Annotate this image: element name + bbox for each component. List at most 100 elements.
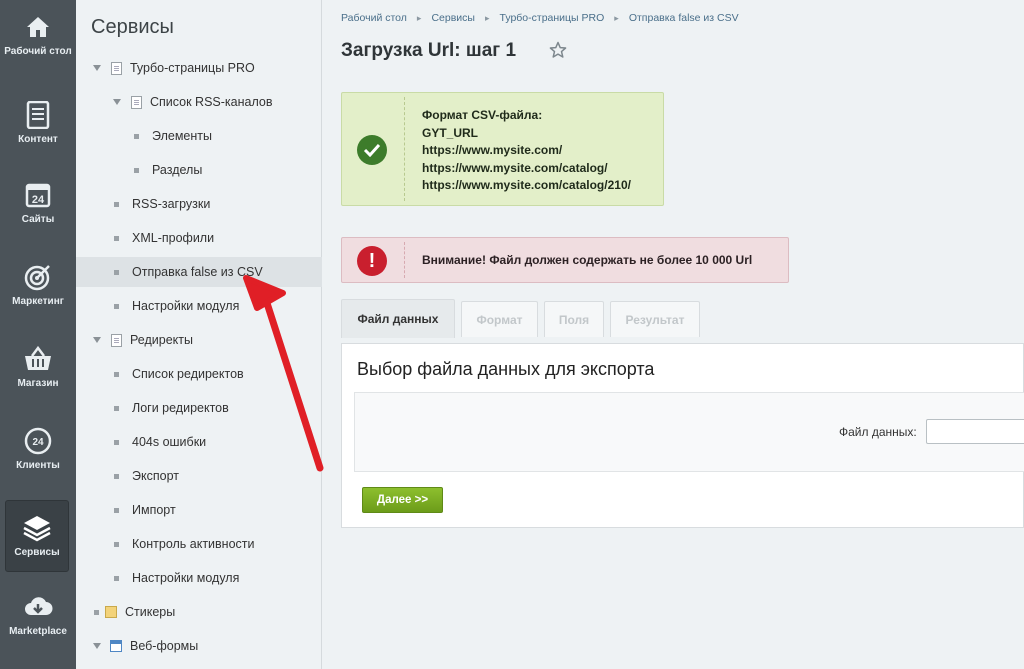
- star-icon[interactable]: [549, 41, 567, 64]
- bullet-icon: [114, 575, 119, 581]
- exclamation-icon: !: [357, 246, 387, 276]
- rail-item-label: Клиенты: [16, 460, 60, 471]
- document-icon: [23, 100, 53, 130]
- clients-24-icon: 24: [23, 426, 53, 456]
- menu-item-label: Импорт: [132, 503, 176, 517]
- main-sidebar: Рабочий стол Контент 24 Сайты Маркетинг …: [0, 0, 76, 669]
- bullet-icon: [114, 269, 119, 275]
- note-line: https://www.mysite.com/catalog/210/: [422, 178, 631, 192]
- menu-item-label: Контроль активности: [132, 537, 255, 551]
- tab-fields[interactable]: Поля: [544, 301, 604, 337]
- note-line: GYT_URL: [422, 125, 479, 140]
- check-icon: [357, 135, 387, 165]
- svg-text:24: 24: [32, 437, 44, 448]
- menu-item-label: Экспорт: [132, 469, 179, 483]
- document-icon: [111, 333, 122, 347]
- data-file-panel: Выбор файла данных для экспорта Файл дан…: [341, 343, 1024, 528]
- home-icon: [23, 12, 53, 42]
- menu-item-activity-control[interactable]: Контроль активности: [76, 529, 322, 559]
- breadcrumb-item[interactable]: Рабочий стол: [341, 12, 407, 24]
- menu-item-export[interactable]: Экспорт: [76, 461, 322, 491]
- breadcrumb-item[interactable]: Отправка false из CSV: [629, 12, 739, 24]
- chevron-down-icon[interactable]: [93, 643, 101, 649]
- note-line: https://www.mysite.com/: [422, 143, 563, 157]
- bullet-icon: [114, 541, 119, 547]
- rail-item-label: Сайты: [21, 214, 55, 225]
- tab-data-file[interactable]: Файл данных: [341, 299, 455, 338]
- menu-item-module-settings[interactable]: Настройки модуля: [76, 291, 322, 321]
- menu-item-label: Настройки модуля: [132, 299, 240, 313]
- target-icon: [23, 262, 53, 292]
- chevron-down-icon[interactable]: [93, 337, 101, 343]
- chevron-down-icon[interactable]: [93, 65, 101, 71]
- menu-item-send-false-csv[interactable]: Отправка false из CSV: [76, 257, 322, 287]
- menu-item-label: Элементы: [152, 129, 212, 143]
- menu-item-sections[interactable]: Разделы: [76, 155, 322, 185]
- bullet-icon: [114, 235, 119, 241]
- bullet-icon: [114, 439, 119, 445]
- menu-item-label: Логи редиректов: [132, 401, 229, 415]
- menu-item-label: Список редиректов: [132, 367, 244, 381]
- menu-item-redirect-logs[interactable]: Логи редиректов: [76, 393, 322, 423]
- note-line: Формат CSV-файла:: [422, 108, 543, 122]
- menu-item-label: Настройки модуля: [132, 571, 240, 585]
- rail-item-content[interactable]: Контент: [0, 100, 76, 146]
- rail-item-label: Сервисы: [14, 547, 60, 558]
- menu-item-label: RSS-загрузки: [132, 197, 211, 211]
- menu-item-rss-channels[interactable]: Список RSS-каналов: [76, 87, 322, 117]
- tab-result[interactable]: Результат: [610, 301, 700, 337]
- layers-icon: [22, 513, 52, 543]
- menu-item-label: Отправка false из CSV: [132, 265, 263, 279]
- data-file-input[interactable]: [926, 419, 1024, 444]
- url-limit-warning: ! Внимание! Файл должен содержать не бол…: [341, 237, 789, 283]
- menu-item-redirect-list[interactable]: Список редиректов: [76, 359, 322, 389]
- warning-text: Внимание! Файл должен содержать не более…: [422, 253, 753, 267]
- note-line: https://www.mysite.com/catalog/: [422, 160, 608, 175]
- menu-item-label: Список RSS-каналов: [150, 95, 273, 109]
- rail-item-desktop[interactable]: Рабочий стол: [0, 12, 76, 58]
- menu-item-label: Веб-формы: [130, 639, 199, 653]
- rail-item-label: Магазин: [17, 378, 59, 389]
- menu-item-label: Разделы: [152, 163, 203, 177]
- menu-item-web-forms[interactable]: Веб-формы: [76, 631, 322, 661]
- rail-item-services[interactable]: Сервисы: [5, 500, 69, 572]
- menu-item-stickers[interactable]: Стикеры: [76, 597, 322, 627]
- rail-item-marketplace[interactable]: Marketplace: [0, 592, 76, 638]
- chevron-right-icon: ▸: [614, 12, 619, 23]
- rail-item-label: Рабочий стол: [4, 46, 72, 57]
- tab-format[interactable]: Формат: [461, 301, 538, 337]
- menu-item-rss-uploads[interactable]: RSS-загрузки: [76, 189, 322, 219]
- chevron-right-icon: ▸: [416, 12, 422, 23]
- rail-item-shop[interactable]: Магазин: [0, 344, 76, 390]
- document-icon: [111, 61, 122, 75]
- note-divider: [404, 242, 405, 278]
- calendar-24-icon: 24: [23, 180, 53, 210]
- menu-item-redirects[interactable]: Редиректы: [76, 325, 322, 355]
- rail-item-clients[interactable]: 24 Клиенты: [0, 426, 76, 472]
- services-menu: Сервисы Турбо-страницы PRO Список RSS-ка…: [76, 0, 322, 669]
- rail-item-sites[interactable]: 24 Сайты: [0, 180, 76, 226]
- menu-item-module-settings-2[interactable]: Настройки модуля: [76, 563, 322, 593]
- next-button[interactable]: Далее >>: [362, 487, 443, 513]
- menu-item-import[interactable]: Импорт: [76, 495, 322, 525]
- rail-item-marketing[interactable]: Маркетинг: [0, 262, 76, 308]
- note-divider: [404, 97, 405, 201]
- chevron-down-icon[interactable]: [113, 99, 121, 105]
- bullet-icon: [134, 133, 139, 139]
- breadcrumb-item[interactable]: Турбо-страницы PRO: [500, 12, 605, 24]
- menu-item-404-errors[interactable]: 404s ошибки: [76, 427, 322, 457]
- cloud-download-icon: [23, 592, 53, 622]
- breadcrumb: Рабочий стол ▸ Сервисы ▸ Турбо-страницы …: [341, 12, 739, 24]
- bullet-icon: [94, 609, 99, 615]
- web-form-icon: [110, 640, 122, 652]
- rail-item-label: Контент: [18, 134, 58, 145]
- bullet-icon: [114, 405, 119, 411]
- menu-item-turbo-pages[interactable]: Турбо-страницы PRO: [76, 53, 322, 83]
- breadcrumb-item[interactable]: Сервисы: [431, 12, 475, 24]
- menu-item-label: Турбо-страницы PRO: [130, 61, 255, 75]
- svg-text:24: 24: [32, 194, 45, 206]
- menu-item-label: XML-профили: [132, 231, 215, 245]
- menu-item-elements[interactable]: Элементы: [76, 121, 322, 151]
- menu-item-xml-profiles[interactable]: XML-профили: [76, 223, 322, 253]
- page-title: Загрузка Url: шаг 1: [341, 40, 517, 61]
